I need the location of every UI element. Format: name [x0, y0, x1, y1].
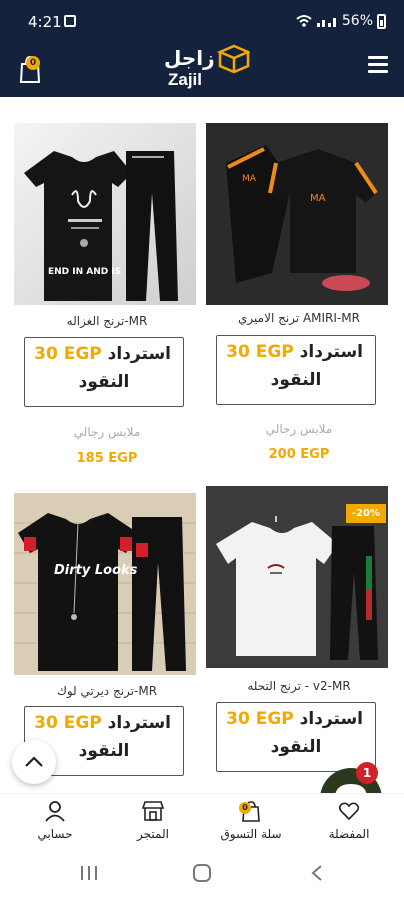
discount-badge: -20% — [345, 504, 386, 523]
battery-percent: 56% — [341, 13, 373, 29]
nav-account-label: حسابي — [37, 827, 73, 841]
store-icon — [141, 801, 165, 821]
product-image-caption: Dirty Looks — [54, 563, 138, 578]
tracksuit-black-illustration — [24, 151, 178, 301]
product-name[interactable]: ترنج الاميري AMIRI-MR — [206, 311, 392, 325]
refund-line: 30 EGP استرداد — [34, 344, 171, 364]
refund-line-2: النقود — [270, 737, 322, 757]
refund-line-2: النقود — [78, 372, 130, 392]
product-name[interactable]: ترنج ديرتي لوك-MR — [14, 684, 200, 698]
product-category: ملابس رجالي — [265, 422, 333, 436]
header-cart-button[interactable]: 0 — [14, 52, 46, 84]
product-image[interactable]: Dirty Looks — [14, 493, 196, 675]
product-name[interactable]: ترنج الغزاله-MR — [14, 314, 200, 328]
refund-button[interactable]: 30 EGP استرداد النقود — [24, 337, 184, 407]
recents-icon[interactable] — [80, 865, 98, 881]
refund-button[interactable]: 30 EGP استرداد النقود — [216, 702, 376, 772]
system-navigation-bar — [0, 845, 404, 900]
chat-notification-badge: 1 — [356, 762, 378, 784]
nav-cart-label: سلة التسوق — [220, 827, 282, 841]
nav-favorites[interactable]: المفضلة — [304, 800, 394, 841]
box-icon — [216, 44, 250, 74]
tracksuit-amiri-illustration: MA MA — [206, 123, 388, 305]
cart-count-badge: 0 — [26, 56, 40, 70]
app-bar: 0 زاجل Zajil — [0, 44, 404, 97]
product-card[interactable]: MA MA ترنج الاميري AMIRI-MR 30 EGP استرد… — [206, 123, 392, 483]
gallery-icon — [64, 15, 76, 27]
refund-amount: 30 EGP — [226, 342, 294, 362]
product-image[interactable]: MA MA — [206, 123, 388, 305]
product-image[interactable]: -20% — [206, 486, 388, 668]
product-image-caption: END IN AND IS — [48, 267, 122, 277]
status-bar: 4:21 56% — [0, 0, 404, 44]
nav-cart-badge: 0 — [239, 802, 251, 814]
refund-line: 30 EGP استرداد — [34, 713, 171, 733]
refund-amount: 30 EGP — [34, 713, 102, 733]
status-indicators: 56% — [296, 13, 386, 29]
tracksuit-dirty-looks-illustration — [14, 493, 196, 675]
product-card[interactable]: END IN AND IS ترنج الغزاله-MR 30 EGP است… — [14, 123, 200, 483]
battery-icon — [377, 13, 386, 29]
signal-icon — [316, 18, 336, 27]
nav-account[interactable]: حسابي — [10, 800, 100, 841]
menu-bar — [368, 70, 388, 73]
refund-line-2: النقود — [270, 370, 322, 390]
logo-english-text: Zajil — [168, 70, 203, 89]
product-grid: END IN AND IS ترنج الغزاله-MR 30 EGP است… — [0, 97, 404, 793]
scroll-to-top-button[interactable] — [12, 740, 56, 784]
nav-store-label: المتجر — [137, 827, 169, 841]
chevron-up-icon — [25, 756, 43, 767]
refund-word: استرداد — [299, 342, 363, 362]
user-icon — [45, 801, 65, 822]
back-icon[interactable] — [310, 864, 324, 882]
home-icon[interactable] — [192, 863, 212, 883]
status-time: 4:21 — [28, 13, 62, 31]
refund-line: 30 EGP استرداد — [226, 709, 363, 729]
nav-favorites-label: المفضلة — [328, 827, 370, 841]
product-card[interactable]: -20% ترنج التحله - v2-MR 30 EGP استرداد … — [206, 486, 392, 793]
menu-bar — [368, 56, 388, 59]
logo-arabic-text: زاجل — [164, 46, 215, 70]
refund-amount: 30 EGP — [226, 709, 294, 729]
refund-amount: 30 EGP — [34, 344, 102, 364]
heart-icon — [338, 802, 360, 821]
product-name[interactable]: ترنج التحله - v2-MR — [206, 679, 392, 693]
hamburger-menu-button[interactable] — [368, 56, 388, 74]
nav-store[interactable]: المتجر — [108, 800, 198, 841]
wifi-icon — [296, 15, 312, 27]
refund-word: استرداد — [107, 713, 171, 733]
zajil-logo[interactable]: زاجل Zajil — [164, 44, 254, 92]
refund-word: استرداد — [107, 344, 171, 364]
svg-text:MA: MA — [310, 193, 326, 204]
refund-button[interactable]: 30 EGP استرداد النقود — [216, 335, 376, 405]
product-price: 185 EGP — [76, 451, 138, 466]
refund-word: استرداد — [299, 709, 363, 729]
bottom-navigation: حسابي المتجر 0 سلة التسوق المفضلة — [0, 793, 404, 845]
product-image[interactable]: END IN AND IS — [14, 123, 196, 305]
menu-bar — [368, 63, 388, 66]
product-price: 200 EGP — [268, 447, 330, 462]
nav-cart[interactable]: 0 سلة التسوق — [206, 800, 296, 841]
refund-line: 30 EGP استرداد — [226, 342, 363, 362]
svg-text:MA: MA — [242, 174, 257, 184]
app-header: 4:21 56% 0 زاجل Zajil — [0, 0, 404, 97]
product-category: ملابس رجالي — [73, 425, 141, 439]
